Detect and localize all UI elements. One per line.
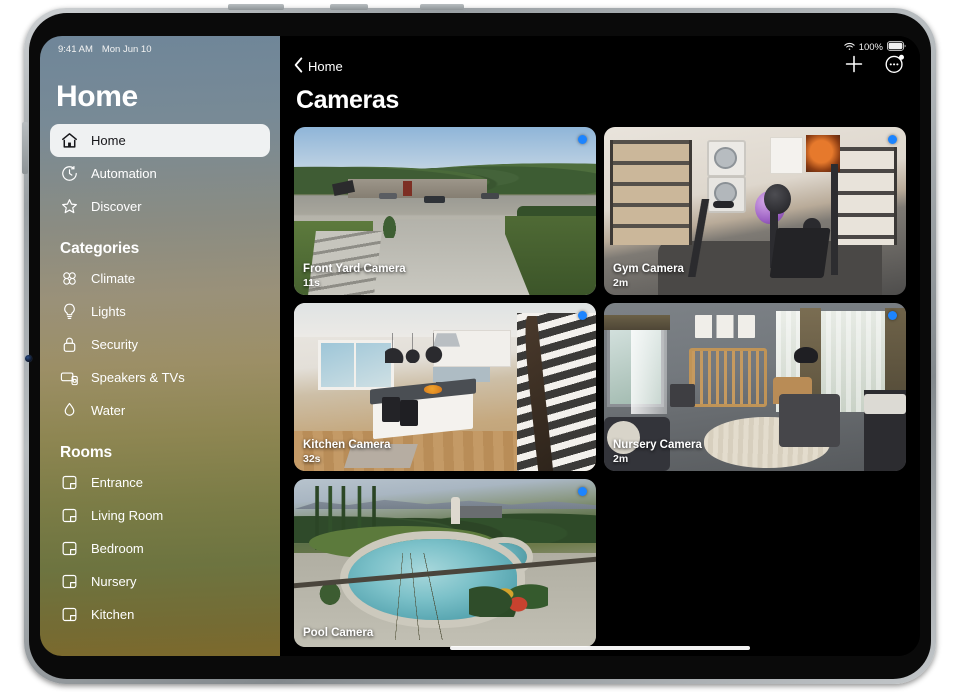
lock-icon — [60, 335, 79, 354]
sidebar-item-security[interactable]: Security — [50, 328, 270, 361]
more-circle-icon — [884, 53, 906, 80]
camera-feed-image — [604, 127, 906, 295]
home-indicator[interactable] — [450, 646, 750, 650]
sidebar-rooms: Entrance Living Room Bed — [50, 466, 270, 631]
nav-actions — [844, 53, 906, 80]
room-icon — [60, 473, 79, 492]
sidebar-item-label: Security — [91, 337, 138, 352]
sidebar-item-label: Lights — [91, 304, 126, 319]
sidebar-item-label: Nursery — [91, 574, 137, 589]
sidebar-item-bedroom[interactable]: Bedroom — [50, 532, 270, 565]
status-date: Mon Jun 10 — [102, 44, 152, 55]
sidebar-item-label: Automation — [91, 166, 157, 181]
rooms-header: Rooms — [60, 444, 270, 462]
sidebar-item-label: Entrance — [91, 475, 143, 490]
sidebar: 9:41 AM Mon Jun 10 Home Home — [40, 36, 280, 656]
room-icon — [60, 572, 79, 591]
water-drop-icon — [60, 401, 79, 420]
recording-indicator — [888, 311, 897, 320]
camera-feed-image — [604, 303, 906, 471]
sidebar-item-water[interactable]: Water — [50, 394, 270, 427]
speaker-tv-icon — [60, 368, 79, 387]
sidebar-primary-nav: Home Automation Discover — [50, 124, 270, 223]
sidebar-item-label: Water — [91, 403, 125, 418]
camera-tile-front-yard[interactable]: Front Yard Camera 11s — [294, 127, 596, 295]
sidebar-item-home[interactable]: Home — [50, 124, 270, 157]
fan-icon — [60, 269, 79, 288]
house-icon — [60, 131, 79, 150]
add-button[interactable] — [844, 54, 864, 79]
camera-feed-image — [294, 479, 596, 647]
hardware-top-button-3[interactable] — [420, 4, 464, 10]
sidebar-item-label: Kitchen — [91, 607, 134, 622]
recording-indicator — [888, 135, 897, 144]
sidebar-item-label: Discover — [91, 199, 142, 214]
status-time: 9:41 AM — [58, 44, 93, 55]
sidebar-item-nursery[interactable]: Nursery — [50, 565, 270, 598]
camera-tile-gym[interactable]: Gym Camera 2m — [604, 127, 906, 295]
lightbulb-icon — [60, 302, 79, 321]
sidebar-title: Home — [56, 80, 270, 114]
recording-indicator — [578, 311, 587, 320]
camera-tile-pool[interactable]: Pool Camera — [294, 479, 596, 647]
hardware-top-button-1[interactable] — [228, 4, 284, 10]
main-content: 100% Home — [280, 36, 920, 656]
sidebar-item-label: Bedroom — [91, 541, 144, 556]
sidebar-item-living-room[interactable]: Living Room — [50, 499, 270, 532]
back-button[interactable]: Home — [294, 57, 343, 76]
sidebar-item-climate[interactable]: Climate — [50, 262, 270, 295]
star-icon — [60, 197, 79, 216]
chevron-left-icon — [294, 57, 303, 76]
hardware-volume-button[interactable] — [22, 122, 28, 174]
categories-header: Categories — [60, 240, 270, 258]
sidebar-categories: Climate Lights Security — [50, 262, 270, 427]
room-icon — [60, 605, 79, 624]
sidebar-item-discover[interactable]: Discover — [50, 190, 270, 223]
room-icon — [60, 506, 79, 525]
sidebar-item-lights[interactable]: Lights — [50, 295, 270, 328]
ipad-screen: 9:41 AM Mon Jun 10 Home Home — [40, 36, 920, 656]
plus-icon — [844, 54, 864, 79]
sidebar-item-speakers-tvs[interactable]: Speakers & TVs — [50, 361, 270, 394]
sidebar-item-label: Home — [91, 133, 126, 148]
navigation-bar: Home — [280, 36, 920, 80]
hardware-top-button-2[interactable] — [330, 4, 368, 10]
camera-feed-image — [294, 303, 596, 471]
camera-tile-kitchen[interactable]: Kitchen Camera 32s — [294, 303, 596, 471]
front-camera-icon — [25, 355, 32, 362]
camera-feed-image — [294, 127, 596, 295]
camera-grid: Front Yard Camera 11s — [280, 127, 920, 647]
sidebar-item-entrance[interactable]: Entrance — [50, 466, 270, 499]
page-title: Cameras — [280, 80, 920, 127]
sidebar-item-automation[interactable]: Automation — [50, 157, 270, 190]
camera-tile-nursery[interactable]: Nursery Camera 2m — [604, 303, 906, 471]
sidebar-item-label: Speakers & TVs — [91, 370, 185, 385]
recording-indicator — [578, 487, 587, 496]
back-button-label: Home — [308, 59, 343, 74]
sidebar-item-label: Living Room — [91, 508, 163, 523]
recording-indicator — [578, 135, 587, 144]
sidebar-item-kitchen[interactable]: Kitchen — [50, 598, 270, 631]
status-bar: 9:41 AM Mon Jun 10 — [50, 36, 270, 56]
room-icon — [60, 539, 79, 558]
more-button[interactable] — [884, 53, 906, 80]
clock-arrow-icon — [60, 164, 79, 183]
sidebar-item-label: Climate — [91, 271, 135, 286]
